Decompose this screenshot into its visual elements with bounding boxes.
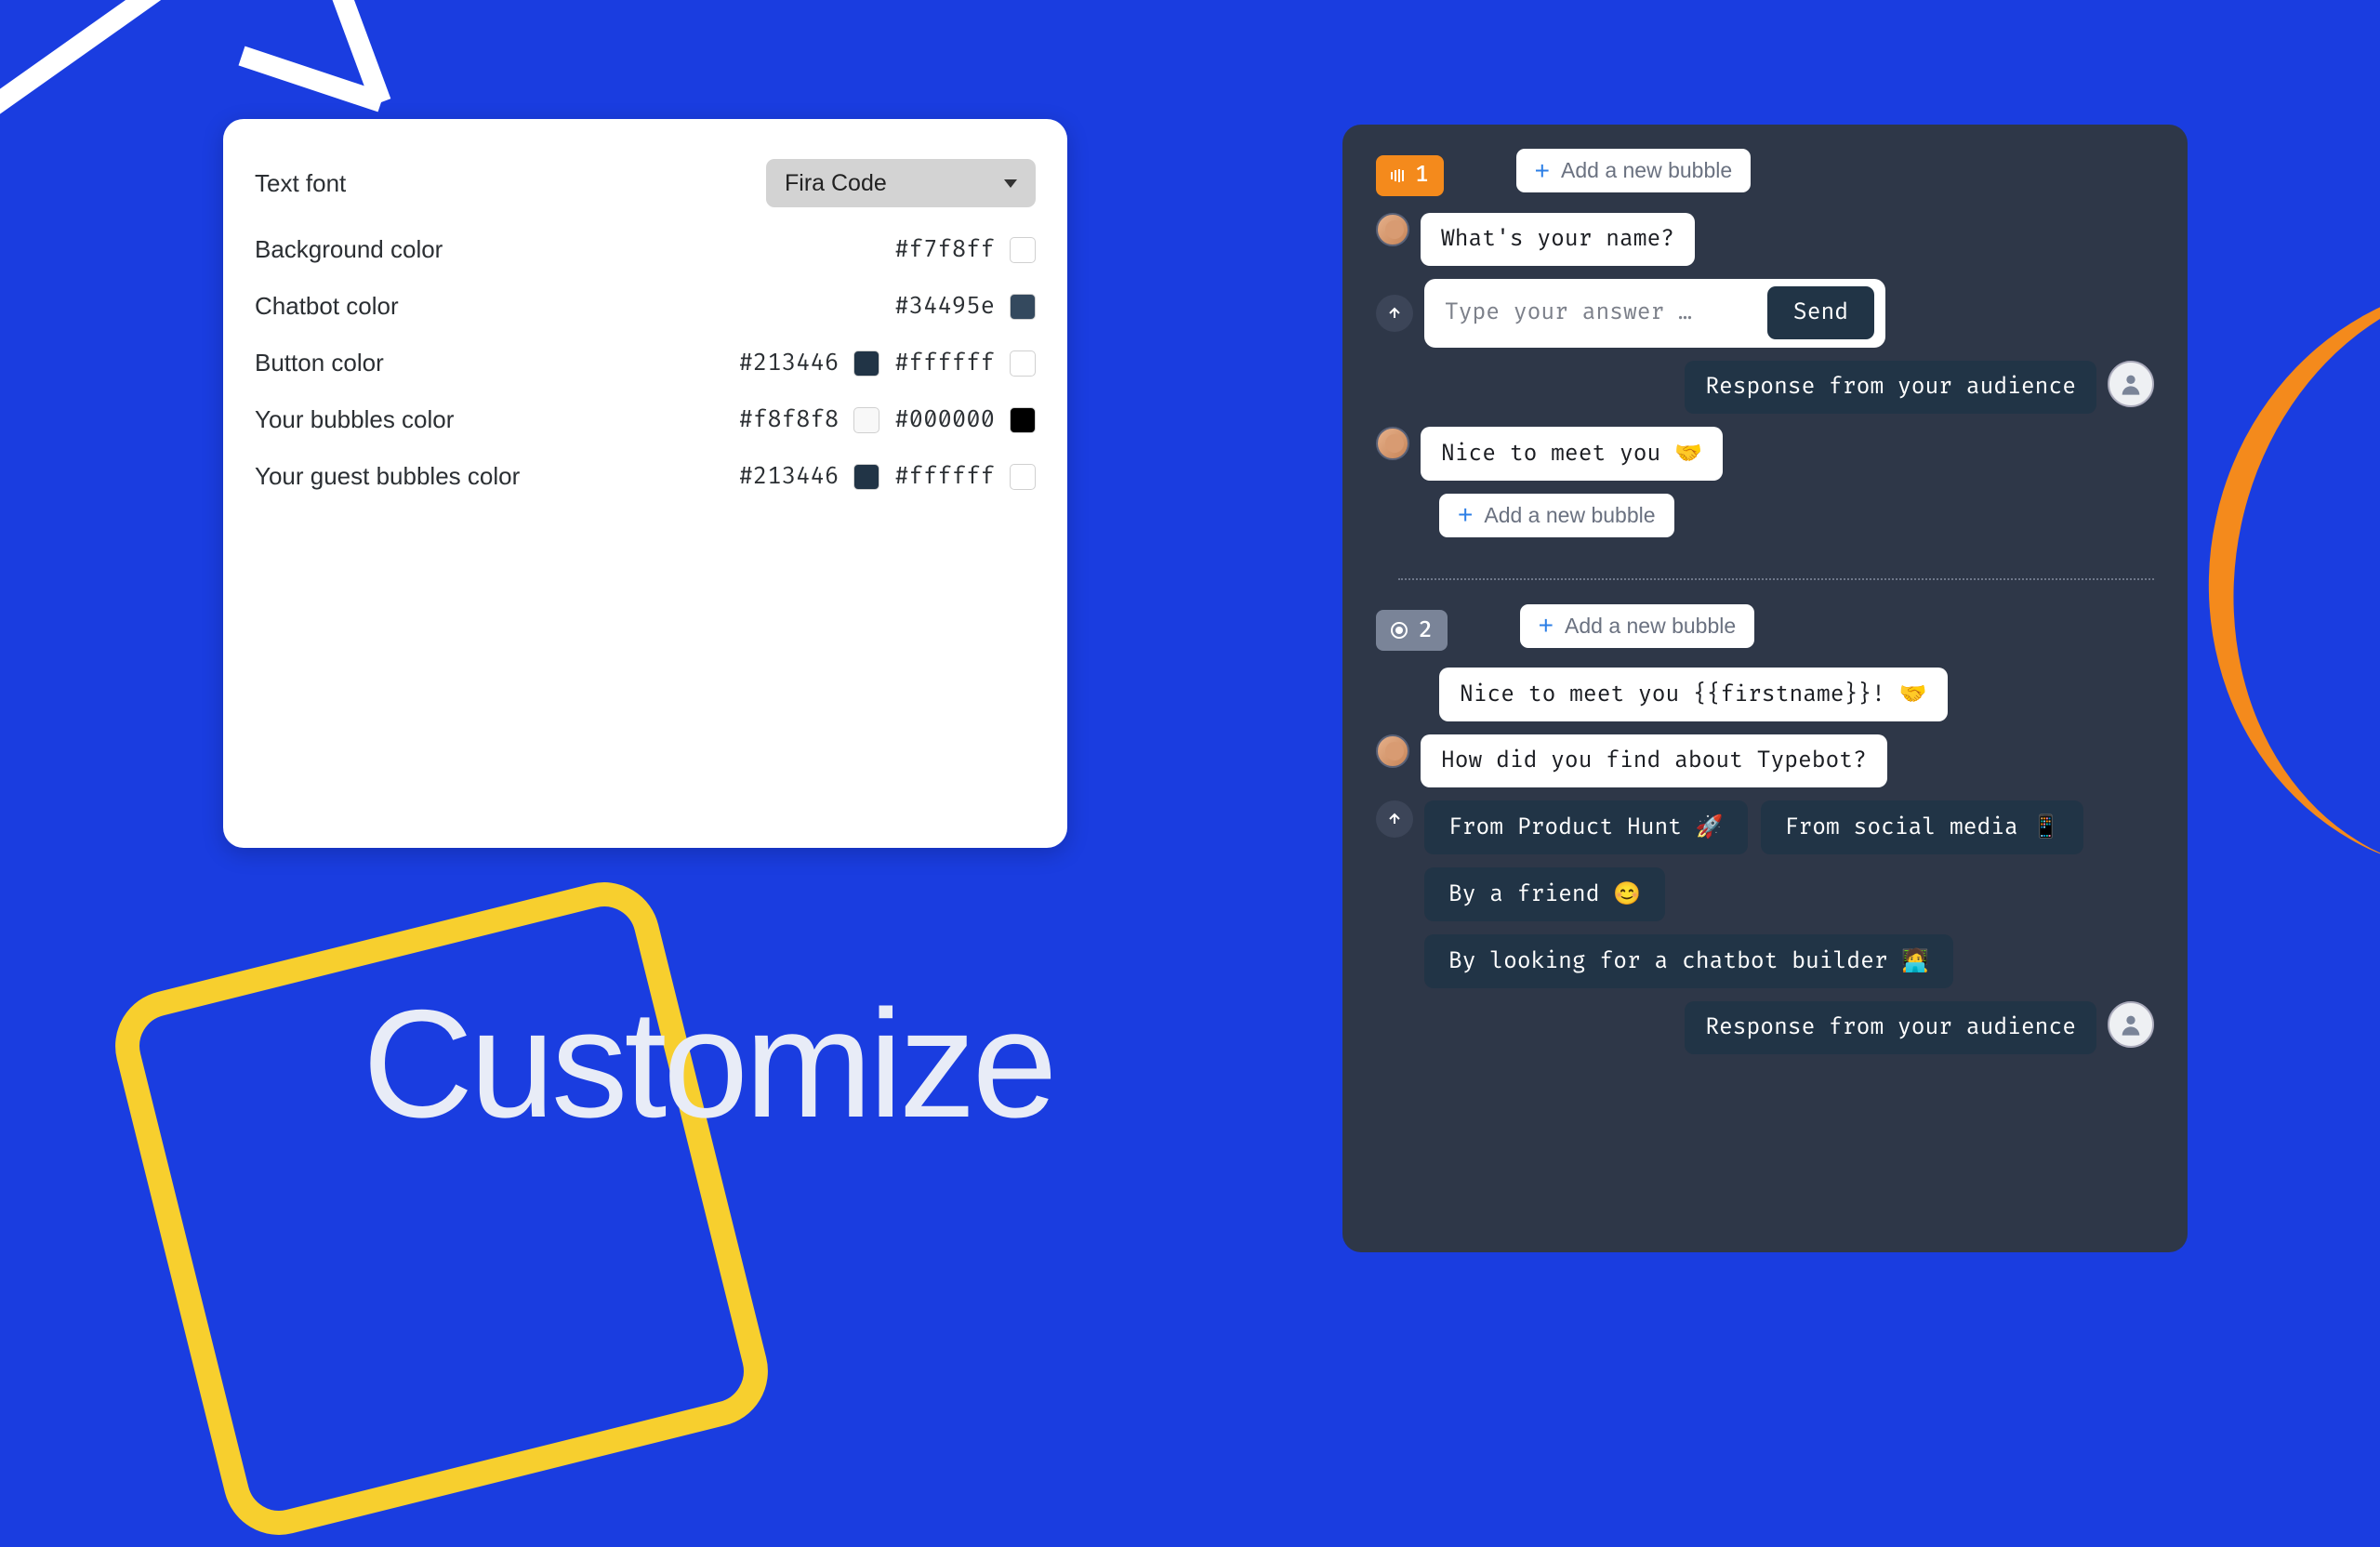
customize-panel: Text font Fira Code Background color #f7… (223, 119, 1067, 848)
arrow-up-icon (1387, 812, 1402, 826)
add-bubble-label: Add a new bubble (1561, 158, 1732, 183)
plus-icon: + (1458, 506, 1473, 524)
bot-avatar (1376, 213, 1409, 246)
step-number: 1 (1415, 162, 1429, 189)
step-number: 2 (1419, 617, 1433, 644)
color-swatch[interactable] (1010, 464, 1036, 490)
add-bubble-button[interactable]: + Add a new bubble (1439, 494, 1674, 537)
send-button[interactable]: Send (1767, 286, 1874, 339)
user-avatar (2108, 361, 2154, 407)
bot-avatar (1376, 427, 1409, 460)
bot-bubble[interactable]: Nice to meet you {{firstname}}! 🤝 (1439, 668, 1948, 721)
color-swatch[interactable] (1010, 294, 1036, 320)
color-value: #213446 (739, 349, 840, 377)
user-icon (2118, 371, 2144, 397)
audience-bubble: Response from your audience (1685, 361, 2096, 414)
color-value: #ffffff (894, 462, 995, 491)
bot-avatar (1376, 734, 1409, 768)
chatbot-color-label: Chatbot color (255, 292, 399, 321)
add-bubble-label: Add a new bubble (1484, 503, 1655, 528)
color-swatch[interactable] (1010, 237, 1036, 263)
color-value: #000000 (894, 405, 995, 434)
choice-step-icon (1391, 622, 1408, 639)
choice-option[interactable]: By a friend 😊 (1424, 867, 1665, 921)
text-font-label: Text font (255, 169, 346, 198)
step-badge-2[interactable]: 2 (1376, 610, 1448, 651)
answer-text-field[interactable] (1445, 299, 1742, 326)
step-divider (1398, 578, 2154, 580)
user-avatar (2108, 1001, 2154, 1048)
background-color-label: Background color (255, 235, 443, 264)
color-swatch[interactable] (853, 464, 879, 490)
page-title: Customize (363, 976, 1053, 1152)
answer-input[interactable]: Send (1424, 279, 1885, 348)
add-bubble-button[interactable]: + Add a new bubble (1520, 604, 1755, 648)
collapse-button[interactable] (1376, 800, 1413, 838)
chevron-down-icon (1004, 179, 1017, 188)
bot-bubble[interactable]: Nice to meet you 🤝 (1421, 427, 1723, 481)
bot-bubble[interactable]: How did you find about Typebot? (1421, 734, 1887, 787)
color-value: #213446 (739, 462, 840, 491)
color-swatch[interactable] (853, 407, 879, 433)
add-bubble-button[interactable]: + Add a new bubble (1516, 149, 1752, 192)
decorative-arc (2154, 229, 2380, 868)
decorative-square (103, 870, 779, 1546)
step-badge-1[interactable]: 1 (1376, 155, 1444, 196)
color-value: #ffffff (894, 349, 995, 377)
arrow-up-icon (1387, 306, 1402, 321)
bot-bubble[interactable]: What's your name? (1421, 213, 1695, 266)
add-bubble-label: Add a new bubble (1565, 614, 1736, 639)
guest-bubbles-color-label: Your guest bubbles color (255, 462, 520, 491)
user-icon (2118, 1012, 2144, 1038)
choice-option[interactable]: From Product Hunt 🚀 (1424, 800, 1748, 854)
choice-option[interactable]: From social media 📱 (1761, 800, 2084, 854)
color-swatch[interactable] (1010, 407, 1036, 433)
color-value: #f8f8f8 (739, 405, 840, 434)
color-swatch[interactable] (853, 350, 879, 377)
button-color-label: Button color (255, 349, 384, 377)
text-font-select[interactable]: Fira Code (766, 159, 1036, 207)
choice-option[interactable]: By looking for a chatbot builder 🧑‍💻 (1424, 934, 1953, 988)
color-value: #f7f8ff (894, 235, 995, 264)
chatbot-preview: 1 + Add a new bubble What's your name? S… (1342, 125, 2188, 1252)
text-step-icon (1391, 169, 1404, 182)
color-value: #34495e (894, 292, 995, 321)
plus-icon: + (1535, 162, 1550, 180)
collapse-button[interactable] (1376, 295, 1413, 332)
your-bubbles-color-label: Your bubbles color (255, 405, 454, 434)
plus-icon: + (1539, 616, 1554, 635)
text-font-value: Fira Code (785, 170, 887, 197)
color-swatch[interactable] (1010, 350, 1036, 377)
audience-bubble: Response from your audience (1685, 1001, 2096, 1054)
